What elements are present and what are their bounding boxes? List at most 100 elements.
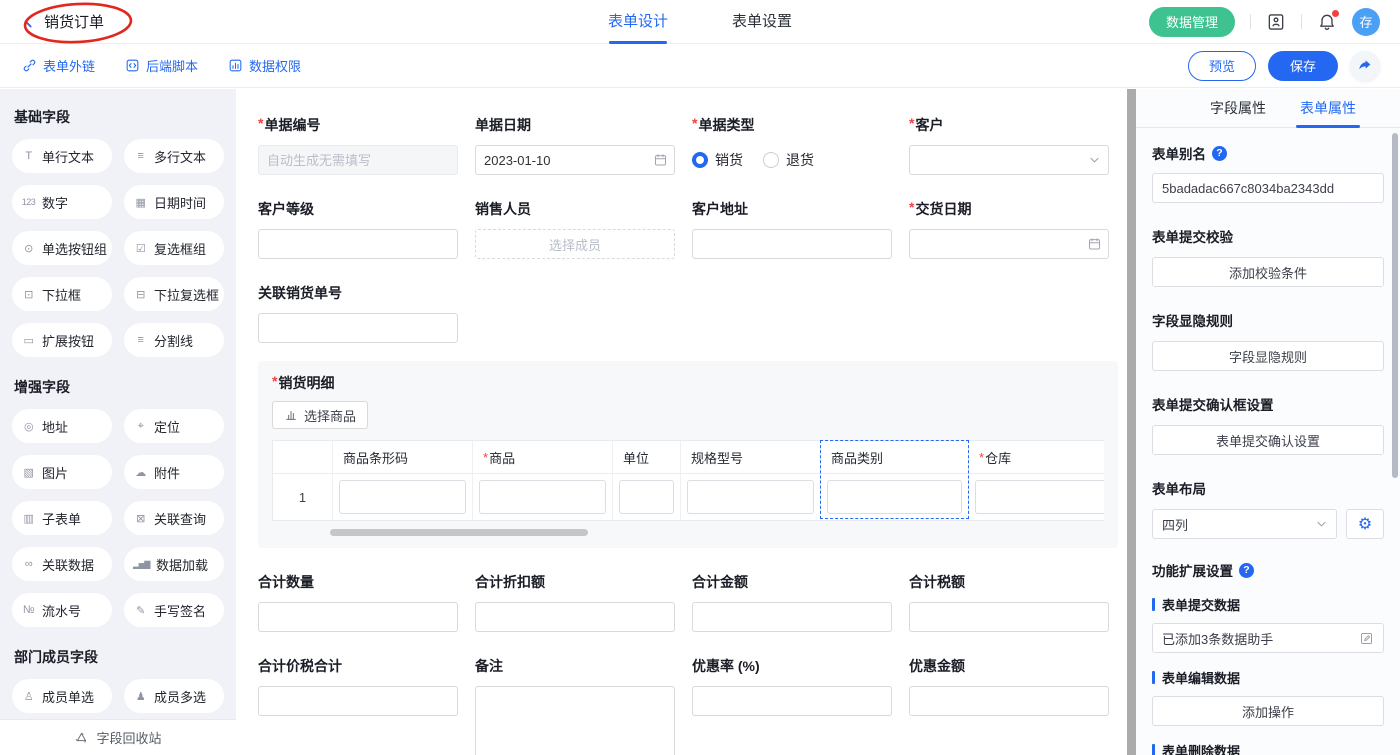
field-item-multi-select[interactable]: ⊟下拉复选框 — [124, 277, 224, 311]
field-item-signature[interactable]: ✎手写签名 — [124, 593, 224, 627]
field-item-address[interactable]: ◎地址 — [12, 409, 112, 443]
address-book-icon[interactable] — [1266, 12, 1286, 32]
field-salesperson[interactable]: 销售人员 选择成员 — [475, 199, 675, 259]
field-item-multi-line-text[interactable]: ≡多行文本 — [124, 139, 224, 173]
field-item-attachment[interactable]: ☁附件 — [124, 455, 224, 489]
unit-cell-input[interactable] — [619, 480, 674, 514]
data-manage-button[interactable]: 数据管理 — [1149, 7, 1235, 37]
field-recycle-bin[interactable]: 字段回收站 — [0, 719, 236, 755]
spec-cell-input[interactable] — [687, 480, 814, 514]
delivery-date-input[interactable] — [909, 229, 1109, 259]
customer-select[interactable] — [909, 145, 1109, 175]
select-product-button[interactable]: 选择商品 — [272, 401, 368, 429]
customer-level-input[interactable] — [258, 229, 458, 259]
field-total-qty[interactable]: 合计数量 — [258, 572, 458, 632]
discount-rate-input[interactable] — [692, 686, 892, 716]
form-alias-input[interactable] — [1152, 173, 1384, 203]
col-product[interactable]: *商品 — [473, 441, 613, 473]
data-assistant-box[interactable]: 已添加3条数据助手 — [1152, 623, 1384, 653]
doc-date-input[interactable] — [475, 145, 675, 175]
field-item-member-single[interactable]: ♙成员单选 — [12, 679, 112, 713]
edit-icon[interactable] — [1359, 631, 1374, 646]
total-discount-input[interactable] — [475, 602, 675, 632]
related-sales-no-input[interactable] — [258, 313, 458, 343]
field-item-number[interactable]: 123数字 — [12, 185, 112, 219]
add-validation-button[interactable]: 添加校验条件 — [1152, 257, 1384, 287]
field-discount-rate[interactable]: 优惠率 (%) — [692, 656, 892, 716]
form-external-link[interactable]: 表单外链 — [22, 56, 95, 75]
back-chevron-icon[interactable] — [20, 13, 37, 30]
field-total-tax[interactable]: 合计税额 — [909, 572, 1109, 632]
field-doc-no[interactable]: *单据编号 — [258, 115, 458, 175]
save-button[interactable]: 保存 — [1268, 51, 1338, 81]
help-icon[interactable]: ? — [1239, 563, 1254, 578]
layout-gear-button[interactable]: ⚙ — [1346, 509, 1384, 539]
table-horizontal-scrollbar[interactable] — [330, 529, 588, 536]
field-item-location[interactable]: ⌖定位 — [124, 409, 224, 443]
field-item-divider-line[interactable]: ≡分割线 — [124, 323, 224, 357]
field-item-checkbox-group[interactable]: ☑复选框组 — [124, 231, 224, 265]
category-cell-input[interactable] — [827, 480, 962, 514]
barcode-cell-input[interactable] — [339, 480, 466, 514]
total-amount-input[interactable] — [692, 602, 892, 632]
layout-select[interactable]: 四列 — [1152, 509, 1337, 539]
col-product-category[interactable]: 商品类别 — [821, 441, 969, 473]
col-unit[interactable]: 单位 — [613, 441, 681, 473]
field-item-radio-group[interactable]: ⊙单选按钮组 — [12, 231, 112, 265]
field-item-member-multi[interactable]: ♟成员多选 — [124, 679, 224, 713]
col-warehouse[interactable]: *仓库 — [969, 441, 1104, 473]
warehouse-cell-input[interactable] — [975, 480, 1104, 514]
tab-form-properties[interactable]: 表单属性 — [1300, 89, 1356, 128]
customer-address-input[interactable] — [692, 229, 892, 259]
canvas-vertical-scrollbar[interactable] — [1127, 89, 1136, 755]
page-title[interactable]: 销货订单 — [44, 11, 104, 32]
field-item-lookup-query[interactable]: ⊠关联查询 — [124, 501, 224, 535]
field-item-extend-button[interactable]: ▭扩展按钮 — [12, 323, 112, 357]
field-item-serial-number[interactable]: №流水号 — [12, 593, 112, 627]
field-delivery-date[interactable]: *交货日期 — [909, 199, 1109, 259]
field-customer-level[interactable]: 客户等级 — [258, 199, 458, 259]
total-tax-input[interactable] — [909, 602, 1109, 632]
backend-script-link[interactable]: 后端脚本 — [125, 56, 198, 75]
field-item-single-line-text[interactable]: T单行文本 — [12, 139, 112, 173]
avatar[interactable]: 存 — [1352, 8, 1380, 36]
field-visibility-button[interactable]: 字段显隐规则 — [1152, 341, 1384, 371]
total-qty-input[interactable] — [258, 602, 458, 632]
help-icon[interactable]: ? — [1212, 146, 1227, 161]
field-item-select[interactable]: ⊡下拉框 — [12, 277, 112, 311]
field-item-datetime[interactable]: ▦日期时间 — [124, 185, 224, 219]
product-cell-input[interactable] — [479, 480, 606, 514]
discount-amount-input[interactable] — [909, 686, 1109, 716]
add-edit-action-button[interactable]: 添加操作 — [1152, 696, 1384, 726]
col-spec-model[interactable]: 规格型号 — [681, 441, 821, 473]
field-discount-amount[interactable]: 优惠金额 — [909, 656, 1109, 716]
field-customer[interactable]: *客户 — [909, 115, 1109, 175]
remark-textarea[interactable] — [475, 686, 675, 755]
radio-sales[interactable]: 销货 — [692, 150, 743, 170]
field-customer-address[interactable]: 客户地址 — [692, 199, 892, 259]
field-total-with-tax[interactable]: 合计价税合计 — [258, 656, 458, 716]
tab-form-settings[interactable]: 表单设置 — [732, 0, 792, 44]
col-barcode[interactable]: 商品条形码 — [333, 441, 473, 473]
properties-scrollbar[interactable] — [1392, 133, 1398, 478]
data-permission-link[interactable]: 数据权限 — [228, 56, 301, 75]
field-item-subform[interactable]: ▥子表单 — [12, 501, 112, 535]
radio-return[interactable]: 退货 — [763, 150, 814, 170]
tab-form-design[interactable]: 表单设计 — [608, 0, 668, 44]
field-item-image[interactable]: ▧图片 — [12, 455, 112, 489]
field-item-related-data[interactable]: ∞关联数据 — [12, 547, 112, 581]
field-total-discount[interactable]: 合计折扣额 — [475, 572, 675, 632]
total-with-tax-input[interactable] — [258, 686, 458, 716]
field-total-amount[interactable]: 合计金额 — [692, 572, 892, 632]
share-button[interactable] — [1350, 51, 1380, 81]
field-remark[interactable]: 备注 — [475, 656, 675, 755]
doc-no-input[interactable] — [258, 145, 458, 175]
notifications-button[interactable] — [1317, 12, 1337, 32]
tab-field-properties[interactable]: 字段属性 — [1210, 89, 1266, 128]
submit-confirm-button[interactable]: 表单提交确认设置 — [1152, 425, 1384, 455]
member-picker[interactable]: 选择成员 — [475, 229, 675, 259]
preview-button[interactable]: 预览 — [1188, 51, 1256, 81]
field-doc-date[interactable]: 单据日期 — [475, 115, 675, 175]
field-related-sales-no[interactable]: 关联销货单号 — [258, 283, 458, 343]
field-item-data-load[interactable]: ▂▅▇数据加载 — [124, 547, 224, 581]
